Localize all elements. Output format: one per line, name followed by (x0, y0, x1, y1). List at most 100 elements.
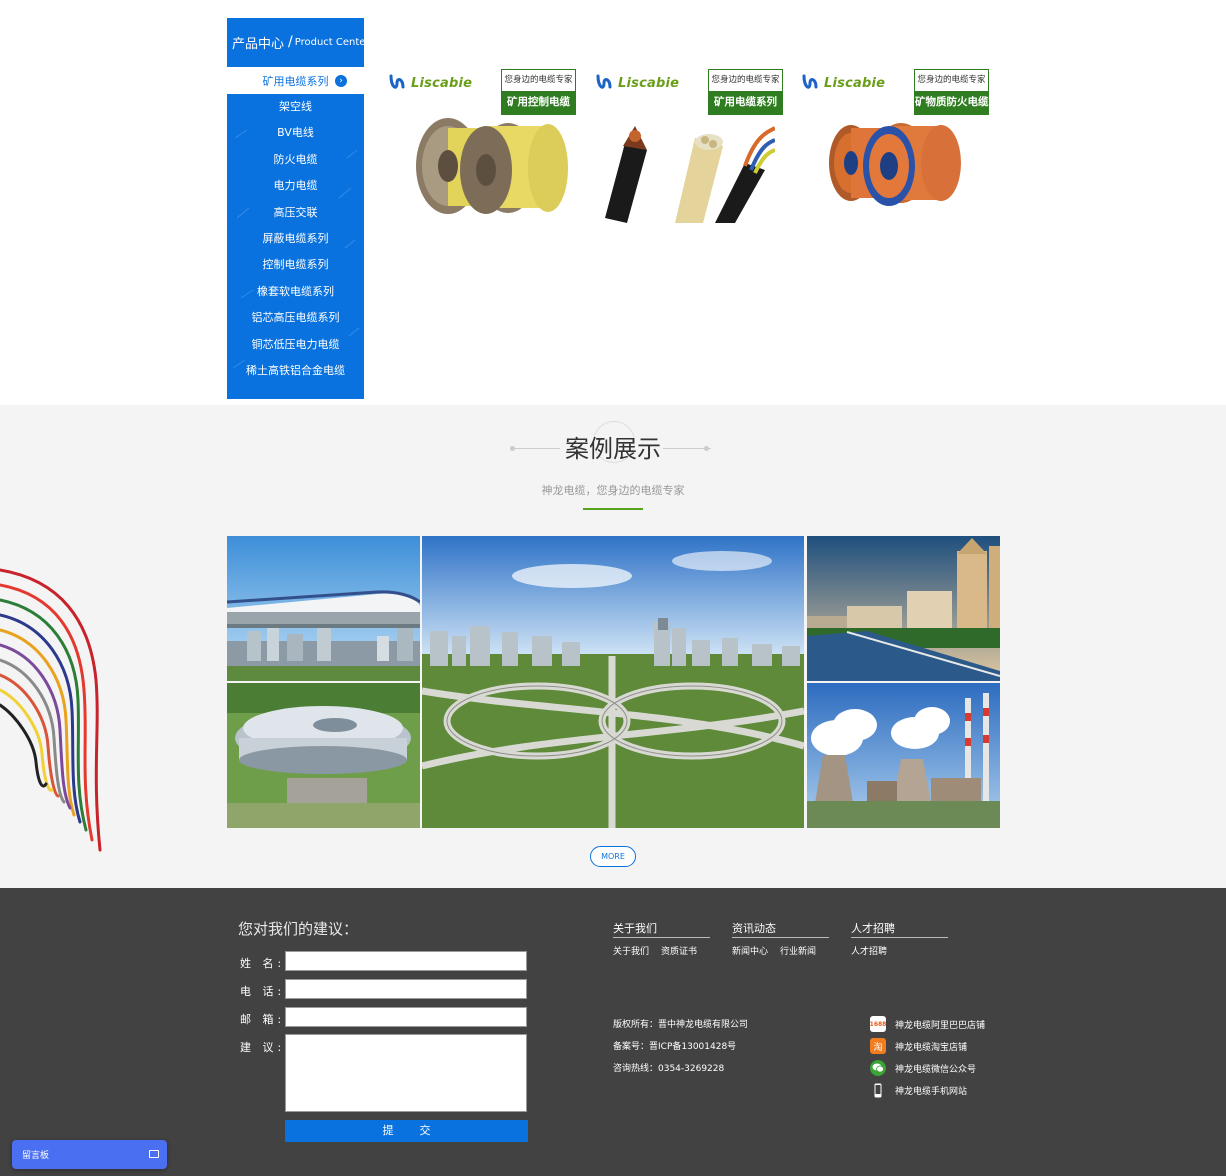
copyright-text: 版权所有：晋中神龙电缆有限公司 (613, 1020, 749, 1030)
nav-item[interactable]: 铝芯高压电缆系列 (227, 305, 364, 331)
phone-field[interactable] (285, 979, 527, 999)
product-center-title-en: Product Center (294, 36, 364, 48)
nav-item[interactable]: BV电线 (227, 120, 364, 146)
brand-logo: Liscabie (595, 73, 679, 93)
case-image-interchange[interactable] (422, 536, 804, 828)
nav-item[interactable]: 架空线 (227, 94, 364, 120)
footer-link-industry-news[interactable]: 行业新闻 (780, 944, 816, 957)
footer-link-jobs[interactable]: 人才招聘 (851, 944, 887, 957)
suggestion-textarea[interactable] (285, 1034, 527, 1112)
brand-name: Liscabie (411, 75, 473, 91)
name-label: 姓 名: (240, 957, 286, 970)
product-image-yellow-reels (416, 118, 568, 214)
nav-item-mining-cable[interactable]: 矿用电缆系列 › (227, 67, 364, 94)
footer-col-divider (732, 937, 829, 938)
product-badge: 您身边的电缆专家 矿用控制电缆 (501, 69, 576, 115)
case-section-subtitle: 神龙电缆，您身边的电缆专家 (541, 484, 685, 497)
nav-item[interactable]: 控制电缆系列 (227, 252, 364, 278)
shop-label: 神龙电缆淘宝店铺 (895, 1042, 968, 1053)
brand-logo: Liscabie (801, 73, 885, 93)
phone-label: 电 话: (240, 985, 286, 998)
footer-link-about[interactable]: 关于我们 (613, 944, 649, 957)
power-plant-image (807, 683, 1000, 828)
footer-col-about-title[interactable]: 关于我们 (613, 920, 657, 936)
nav-item[interactable]: 铜芯低压电力电缆 (227, 332, 364, 358)
case-image-city[interactable] (807, 536, 1000, 681)
case-image-stadium[interactable] (227, 683, 420, 828)
shop-link-wechat[interactable]: 神龙电缆微信公众号 (870, 1060, 976, 1076)
title-underline (583, 508, 643, 510)
email-field[interactable] (285, 1007, 527, 1027)
brand-name: Liscabie (618, 75, 680, 91)
city-image (807, 536, 1000, 681)
footer-link-news-center[interactable]: 新闻中心 (732, 944, 768, 957)
brand-mark-icon (596, 74, 612, 89)
badge-product-name: 矿用电缆系列 (709, 91, 782, 114)
badge-product-name: 矿物质防火电缆 (915, 91, 989, 114)
train-image (227, 536, 420, 681)
shop-link-taobao[interactable]: 淘 神龙电缆淘宝店铺 (870, 1038, 967, 1054)
shop-label: 神龙电缆微信公众号 (895, 1064, 977, 1075)
shop-link-mobile[interactable]: 神龙电缆手机网站 (870, 1082, 967, 1098)
product-center-title-cn: 产品中心 (232, 36, 285, 52)
nav-item-list: 架空线 BV电线 防火电缆 电力电缆 高压交联 屏蔽电缆系列 控制电缆系列 橡套… (227, 94, 364, 384)
nav-item[interactable]: 稀土高铁铝合金电缆 (227, 358, 364, 384)
message-board-widget[interactable]: 留言板 (12, 1140, 167, 1169)
nav-item[interactable]: 防火电缆 (227, 147, 364, 173)
product-image-cable-sections (605, 126, 775, 223)
product-card[interactable]: Liscabie 您身边的电缆专家 矿用电缆系列 (595, 68, 785, 223)
product-image-orange-reels (829, 123, 961, 206)
product-card[interactable]: Liscabie 您身边的电缆专家 矿物质防火电缆 (801, 68, 991, 223)
badge-product-name: 矿用控制电缆 (502, 91, 575, 114)
product-card[interactable]: Liscabie 您身边的电缆专家 矿用控制电缆 (388, 68, 578, 223)
case-image-power-plant[interactable] (807, 683, 1000, 828)
footer-col-divider (613, 937, 710, 938)
product-badge: 您身边的电缆专家 矿用电缆系列 (708, 69, 783, 115)
footer-col-jobs-title[interactable]: 人才招聘 (851, 920, 895, 936)
shop-label: 神龙电缆阿里巴巴店铺 (895, 1020, 986, 1031)
case-image-train[interactable] (227, 536, 420, 681)
message-board-label: 留言板 (22, 1151, 50, 1161)
footer-col-news-title[interactable]: 资讯动态 (732, 920, 776, 936)
mobile-icon (870, 1082, 886, 1098)
icp-text: 备案号：晋ICP备13001428号 (613, 1042, 737, 1052)
footer-col-divider (851, 937, 948, 938)
shop-link-1688[interactable]: 1688 神龙电缆阿里巴巴店铺 (870, 1016, 985, 1032)
product-badge: 您身边的电缆专家 矿物质防火电缆 (914, 69, 989, 115)
feedback-title: 您对我们的建议： (238, 920, 359, 938)
wechat-icon (870, 1060, 886, 1076)
footer-link-certificates[interactable]: 资质证书 (661, 944, 697, 957)
chevron-right-icon: › (335, 75, 347, 87)
footer: 您对我们的建议： 姓 名: 电 话: 邮 箱: 建 议: 提交 关于我们 关于我… (0, 888, 1226, 1176)
more-button[interactable]: MORE (590, 846, 636, 867)
brand-logo: Liscabie (388, 73, 472, 93)
1688-icon: 1688 (870, 1016, 886, 1032)
submit-button[interactable]: 提交 (285, 1120, 528, 1142)
nav-item[interactable]: 高压交联 (227, 200, 364, 226)
taobao-icon: 淘 (870, 1038, 886, 1054)
nav-item[interactable]: 屏蔽电缆系列 (227, 226, 364, 252)
badge-slogan: 您身边的电缆专家 (917, 75, 986, 85)
shop-label: 神龙电缆手机网站 (895, 1086, 968, 1097)
nav-item-label: 矿用电缆系列 (262, 74, 329, 88)
stadium-image (227, 683, 420, 828)
hotline-text: 咨询热线：0354-3269228 (613, 1064, 725, 1074)
colored-wires-decoration (0, 568, 102, 852)
email-label: 邮 箱: (240, 1013, 286, 1026)
interchange-image (422, 536, 804, 828)
badge-slogan: 您身边的电缆专家 (711, 75, 780, 85)
nav-item[interactable]: 橡套软电缆系列 (227, 279, 364, 305)
case-section-title: 案例展示 (565, 435, 661, 463)
badge-slogan: 您身边的电缆专家 (504, 75, 573, 85)
product-center-heading: 产品中心 / Product Center (227, 18, 364, 66)
minimize-icon[interactable] (149, 1150, 159, 1158)
nav-item[interactable]: 电力电缆 (227, 173, 364, 199)
case-section: 案例展示 神龙电缆，您身边的电缆专家 MORE (0, 405, 1226, 888)
product-section: 产品中心 / Product Center 矿用电缆系列 › 架空线 BV电线 … (0, 0, 1226, 405)
brand-name: Liscabie (824, 75, 886, 91)
suggestion-label: 建 议: (240, 1041, 286, 1054)
brand-mark-icon (802, 74, 818, 89)
brand-mark-icon (389, 74, 405, 89)
title-separator: / (288, 34, 293, 50)
name-field[interactable] (285, 951, 527, 971)
